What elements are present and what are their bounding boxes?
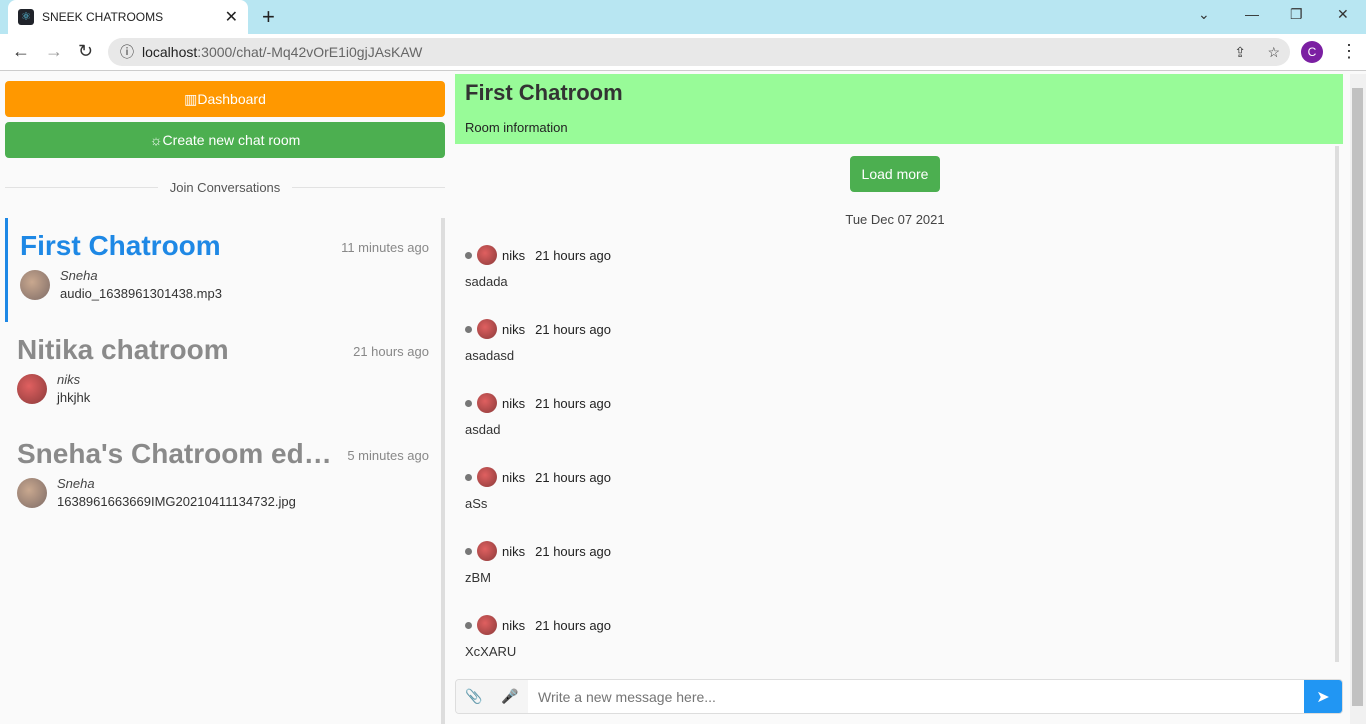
microphone-icon[interactable]: 🎤 — [492, 680, 528, 713]
url-host: localhost — [142, 44, 198, 60]
message-time: 21 hours ago — [535, 617, 612, 633]
page-scrollbar[interactable] — [1350, 74, 1366, 724]
status-dot — [465, 473, 472, 481]
status-dot — [465, 621, 472, 629]
new-tab-icon[interactable]: + — [262, 4, 275, 30]
send-icon: ➤ — [1316, 688, 1330, 706]
room-name: Nitika chatroom — [17, 334, 229, 365]
share-icon[interactable]: ⇪ — [1234, 44, 1246, 61]
status-dot — [465, 547, 472, 555]
bookmark-star-icon[interactable]: ☆ — [1267, 44, 1280, 61]
avatar — [17, 373, 47, 404]
status-dot — [465, 251, 472, 259]
message-item: niks 21 hours ago zBM — [455, 541, 1335, 615]
message-text: zBM — [465, 570, 491, 585]
room-item[interactable]: First Chatroom 11 minutes ago Sneha audio… — [5, 218, 441, 322]
room-name: First Chatroom — [20, 230, 221, 261]
message-author[interactable]: niks — [502, 544, 525, 559]
avatar — [20, 269, 50, 300]
message-text: sadada — [465, 274, 508, 289]
room-time: 5 minutes ago — [347, 448, 429, 463]
tab-bar: ⚛ SNEEK CHATROOMS ✕ + ⌄ — ❐ ✕ — [0, 0, 1366, 34]
close-window-icon[interactable]: ✕ — [1337, 6, 1349, 23]
avatar — [477, 319, 497, 339]
message-time: 21 hours ago — [535, 543, 612, 559]
join-label: Join Conversations — [169, 180, 281, 195]
last-message: audio_1638961301438.mp3 — [60, 286, 222, 301]
create-label: Create new chat room — [162, 132, 301, 148]
message-time: 21 hours ago — [535, 321, 612, 337]
message-author[interactable]: niks — [502, 322, 525, 337]
message-author[interactable]: niks — [502, 618, 525, 633]
back-icon[interactable]: ← — [12, 41, 30, 62]
bulb-icon: ☼ — [149, 132, 163, 148]
status-dot — [465, 325, 472, 333]
room-name: Sneha's Chatroom edited — [17, 438, 339, 469]
room-item[interactable]: Sneha's Chatroom edited 5 minutes ago Sn… — [5, 426, 441, 530]
message-item: niks 21 hours ago aSs — [455, 467, 1335, 541]
restore-icon[interactable]: ❐ — [1290, 6, 1303, 23]
react-icon: ⚛ — [18, 9, 34, 25]
room-information-link[interactable]: Room information — [465, 120, 1333, 135]
room-item[interactable]: Nitika chatroom 21 hours ago niks jhkjhk — [5, 322, 441, 426]
last-author: Sneha — [60, 268, 98, 283]
avatar — [477, 467, 497, 487]
menu-icon[interactable]: ⋮ — [1340, 41, 1358, 62]
room-time: 21 hours ago — [353, 344, 429, 359]
message-time: 21 hours ago — [535, 247, 612, 263]
message-author[interactable]: niks — [502, 396, 525, 411]
minimize-icon[interactable]: — — [1245, 6, 1259, 22]
status-dot — [465, 399, 472, 407]
info-icon: ⓘ — [120, 44, 134, 60]
last-message: jhkjhk — [57, 390, 91, 405]
close-tab-icon[interactable]: ✕ — [225, 7, 238, 27]
load-more-button[interactable]: Load more — [849, 156, 941, 192]
message-item: niks 21 hours ago asadasd — [455, 319, 1335, 393]
message-text: XcXARU — [465, 644, 517, 659]
browser-tab[interactable]: ⚛ SNEEK CHATROOMS ✕ — [8, 0, 248, 34]
avatar — [477, 393, 497, 413]
date-separator: Tue Dec 07 2021 — [845, 212, 945, 227]
message-time: 21 hours ago — [535, 395, 612, 411]
chart-icon: ▥ — [184, 90, 198, 107]
tab-title: SNEEK CHATROOMS — [42, 10, 164, 24]
message-input[interactable] — [528, 680, 1304, 713]
message-feed[interactable]: Load more Tue Dec 07 2021 niks 21 hours a… — [455, 146, 1339, 662]
message-item: niks 21 hours ago asdad — [455, 393, 1335, 467]
message-author[interactable]: niks — [502, 248, 525, 263]
dashboard-label: Dashboard — [197, 91, 266, 107]
last-author: Sneha — [57, 476, 95, 491]
url-path: :3000/chat/-Mq42vOrE1i0gjJAsKAW — [197, 44, 423, 60]
attachment-icon[interactable]: 📎 — [456, 680, 492, 713]
message-text: aSs — [465, 496, 488, 511]
dashboard-button[interactable]: ▥ Dashboard — [5, 81, 445, 117]
scrollbar-thumb[interactable] — [1352, 88, 1363, 706]
avatar — [477, 541, 497, 561]
chat-header: First Chatroom Room information — [455, 74, 1343, 144]
tab-search-icon[interactable]: ⌄ — [1198, 6, 1210, 23]
profile-avatar[interactable]: C — [1301, 41, 1323, 63]
chat-title: First Chatroom — [465, 80, 623, 105]
last-message: 1638961663669IMG20210411134732.jpg — [57, 494, 296, 509]
reload-icon[interactable]: ↻ — [78, 41, 93, 62]
message-text: asdad — [465, 422, 501, 437]
message-item: niks 21 hours ago XcXARU — [455, 615, 1335, 662]
forward-icon[interactable]: → — [45, 41, 63, 62]
room-time: 11 minutes ago — [341, 240, 429, 255]
message-composer: 📎 🎤 ➤ — [455, 679, 1343, 714]
join-conversations-divider: Join Conversations — [5, 180, 445, 195]
room-list: First Chatroom 11 minutes ago Sneha audio… — [5, 218, 445, 724]
address-bar-row: ← → ↻ ⓘ localhost:3000/chat/-Mq42vOrE1i0… — [0, 34, 1366, 71]
avatar — [477, 245, 497, 265]
create-chat-room-button[interactable]: ☼ Create new chat room — [5, 122, 445, 158]
last-author: niks — [57, 372, 81, 387]
url-bar[interactable]: ⓘ localhost:3000/chat/-Mq42vOrE1i0gjJAsK… — [108, 38, 1290, 66]
avatar — [17, 477, 47, 508]
message-text: asadasd — [465, 348, 515, 363]
message-author[interactable]: niks — [502, 470, 525, 485]
message-item: niks 21 hours ago sadada — [455, 245, 1335, 319]
message-time: 21 hours ago — [535, 469, 612, 485]
avatar — [477, 615, 497, 635]
send-button[interactable]: ➤ — [1304, 680, 1342, 713]
